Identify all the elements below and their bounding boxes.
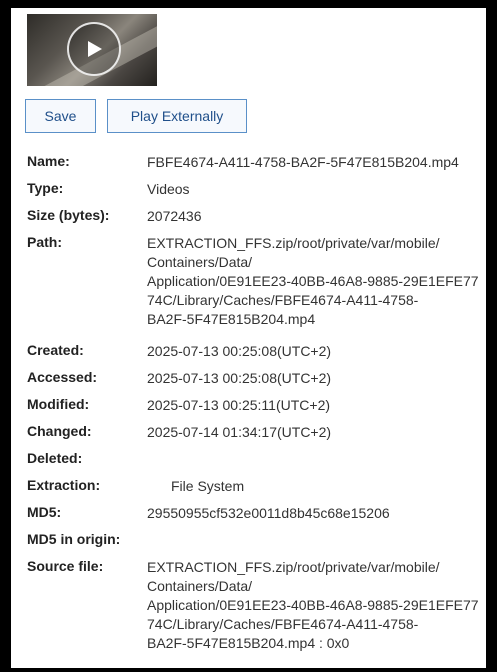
size-label: Size (bytes): [27, 207, 110, 223]
changed-value: 2025-07-14 01:34:17(UTC+2) [147, 424, 332, 440]
changed-label: Changed: [27, 423, 92, 439]
deleted-label: Deleted: [27, 450, 83, 466]
save-button[interactable]: Save [25, 99, 96, 133]
source-file-label: Source file: [27, 558, 104, 574]
created-label: Created: [27, 342, 84, 358]
play-icon[interactable] [67, 22, 121, 76]
md5-label: MD5: [27, 504, 62, 520]
type-label: Type: [27, 180, 64, 196]
video-thumbnail[interactable] [27, 14, 157, 86]
size-value: 2072436 [147, 208, 202, 224]
name-label: Name: [27, 153, 70, 169]
accessed-value: 2025-07-13 00:25:08(UTC+2) [147, 370, 332, 386]
type-value: Videos [147, 181, 190, 197]
modified-value: 2025-07-13 00:25:11(UTC+2) [147, 397, 331, 413]
source-file-value: EXTRACTION_FFS.zip/root/private/var/mobi… [147, 559, 479, 651]
name-value: FBFE4674-A411-4758-BA2F-5F47E815B204.mp4 [147, 154, 459, 170]
created-value: 2025-07-13 00:25:08(UTC+2) [147, 343, 332, 359]
path-value: EXTRACTION_FFS.zip/root/private/var/mobi… [147, 235, 479, 327]
modified-label: Modified: [27, 396, 90, 412]
md5-value: 29550955cf532e0011d8b45c68e15206 [147, 505, 390, 521]
extraction-label: Extraction: [27, 477, 101, 493]
md5-origin-label: MD5 in origin: [27, 531, 121, 547]
extraction-value: File System [171, 478, 245, 494]
accessed-label: Accessed: [27, 369, 98, 385]
play-externally-button[interactable]: Play Externally [107, 99, 247, 133]
path-label: Path: [27, 234, 62, 250]
file-details-panel: Save Play Externally Name: FBFE4674-A411… [10, 7, 487, 669]
